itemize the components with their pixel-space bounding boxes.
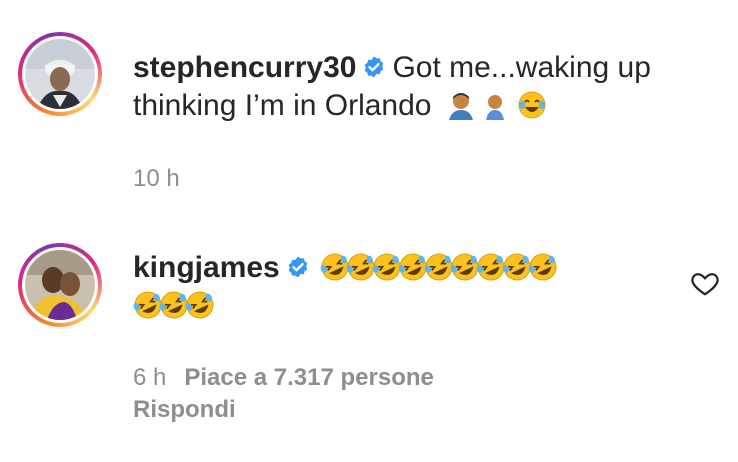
comment-body-line1: Got me...waking up — [392, 51, 651, 84]
comment-text: kingjames — [133, 249, 557, 325]
face-with-tears-of-joy-emoji-icon — [518, 91, 546, 119]
emoji-row — [133, 289, 214, 322]
comment-meta: 6 h Piace a 7.317 persone — [133, 364, 434, 392]
reply-button[interactable]: Rispondi — [133, 396, 236, 424]
rolling-on-floor-laughing-emoji-icon — [528, 253, 557, 281]
baby-emoji-icon — [486, 95, 505, 120]
timestamp[interactable]: 6 h — [133, 364, 166, 391]
verified-icon — [288, 256, 308, 278]
story-ring[interactable] — [18, 32, 102, 116]
comment-body-line2: thinking I’m in Orlando — [133, 89, 432, 122]
comment-text: stephencurry30 Got me...waking up thinkin… — [133, 49, 651, 125]
emoji-row — [320, 251, 557, 284]
verified-icon — [365, 56, 384, 78]
comment-meta: 10 h — [133, 165, 180, 193]
likes-count[interactable]: Piace a 7.317 persone — [184, 364, 434, 391]
heart-icon[interactable] — [690, 268, 720, 298]
avatar[interactable] — [25, 39, 95, 109]
rolling-on-floor-laughing-emoji-icon — [185, 291, 214, 319]
story-ring[interactable] — [18, 243, 102, 327]
man-emoji-icon — [448, 93, 473, 120]
username[interactable]: stephencurry30 — [133, 51, 356, 84]
timestamp[interactable]: 10 h — [133, 165, 180, 192]
avatar[interactable] — [25, 250, 95, 320]
username[interactable]: kingjames — [133, 251, 280, 284]
